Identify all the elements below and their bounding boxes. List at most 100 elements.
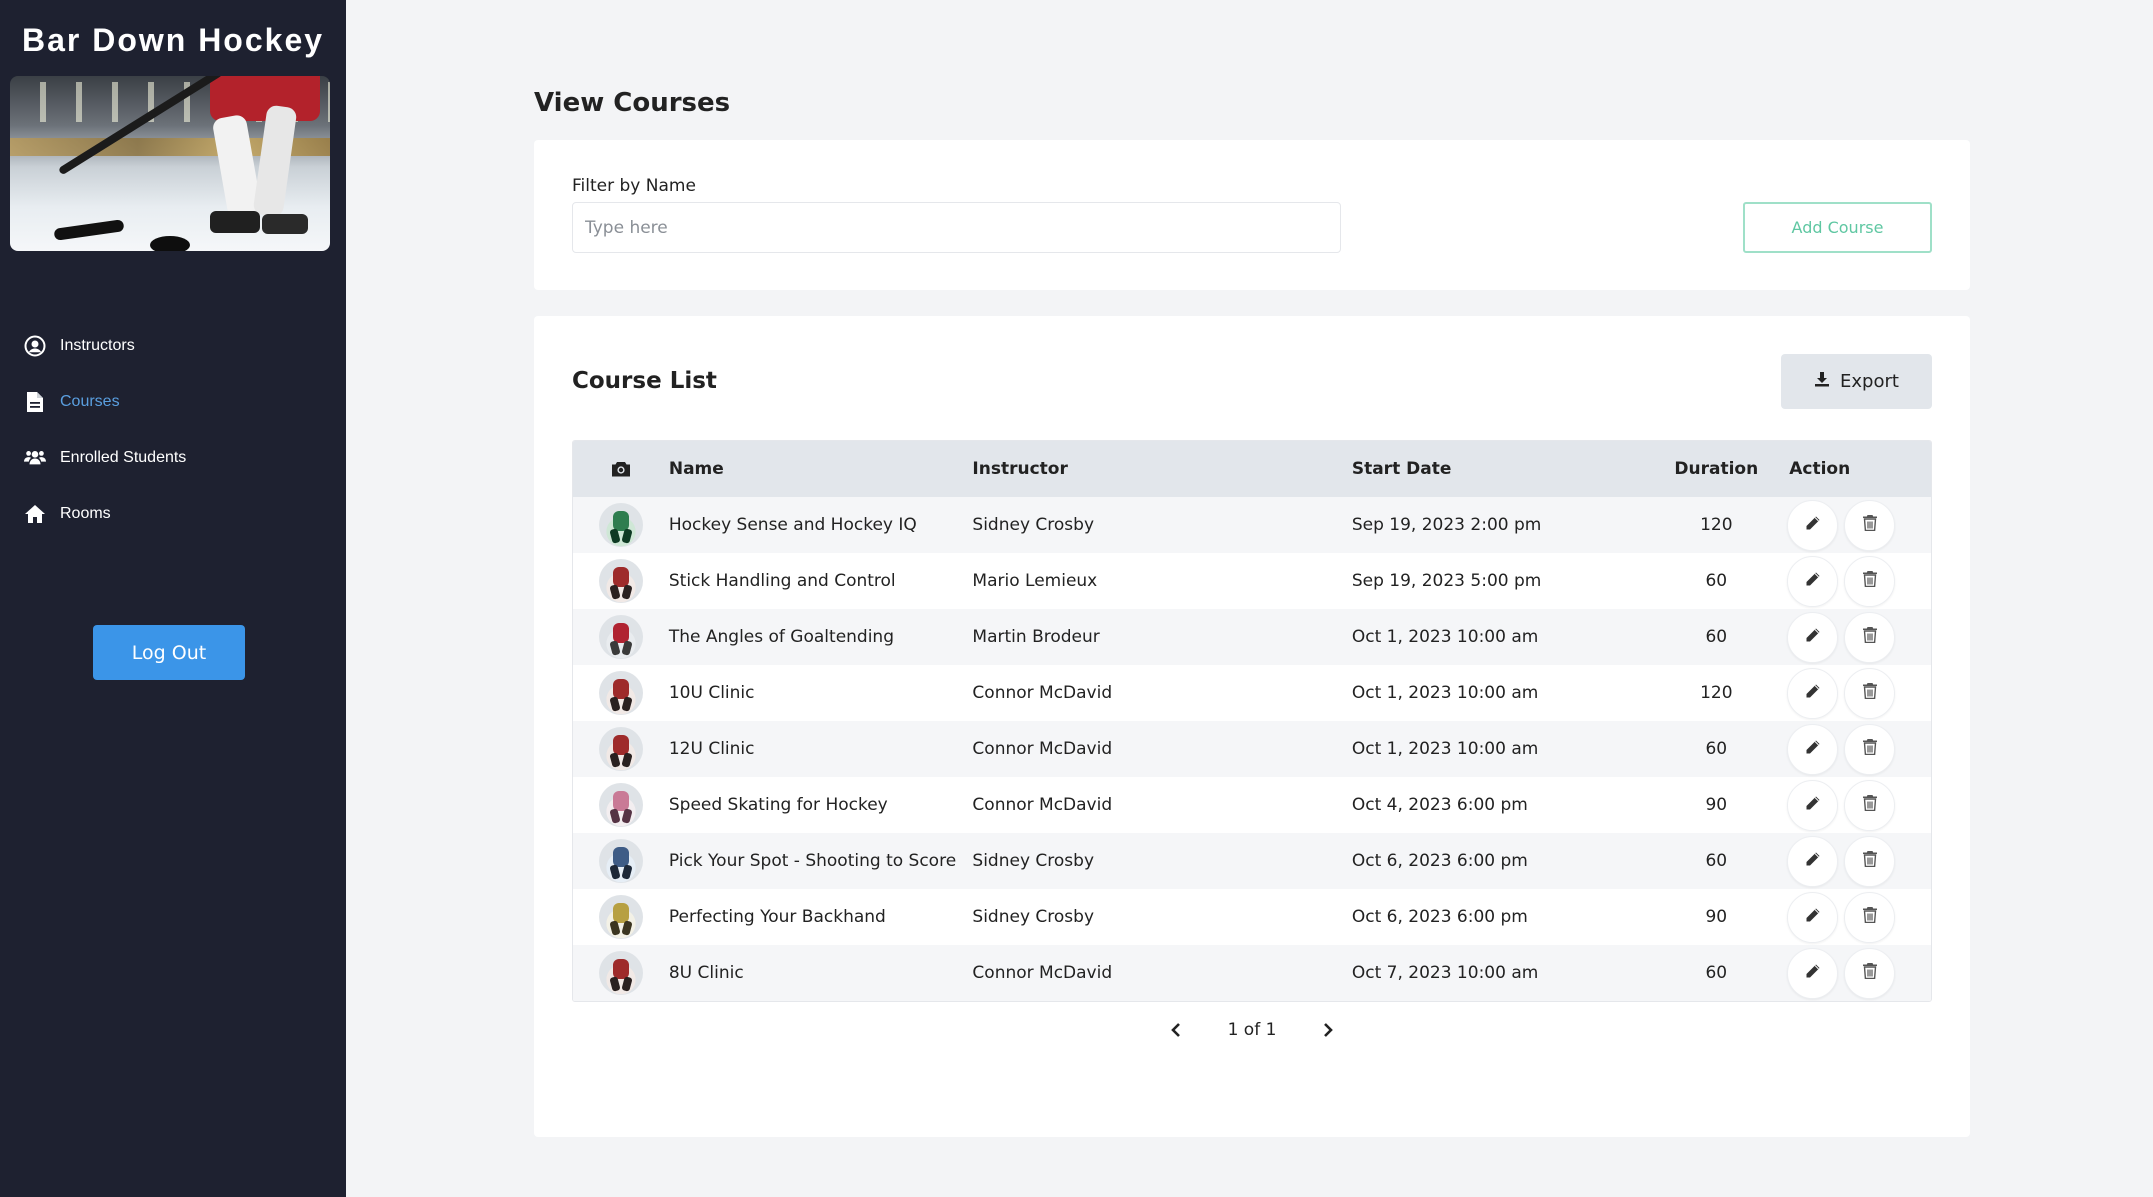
row-actions (1769, 947, 1931, 999)
row-actions (1769, 779, 1931, 831)
edit-button[interactable] (1787, 723, 1839, 775)
course-thumbnail (598, 727, 643, 771)
column-header-instructor[interactable]: Instructor (972, 459, 1351, 479)
pagination: 1 of 1 (534, 1018, 1970, 1042)
course-duration: 120 (1700, 515, 1733, 535)
trash-icon (1862, 570, 1878, 592)
delete-button[interactable] (1844, 835, 1896, 887)
course-duration: 60 (1705, 739, 1728, 759)
pencil-icon (1805, 739, 1821, 760)
sidebar-item-enrolled-students[interactable]: Enrolled Students (0, 430, 346, 486)
edit-button[interactable] (1787, 779, 1839, 831)
course-instructor: Martin Brodeur (972, 627, 1100, 647)
edit-button[interactable] (1787, 555, 1839, 607)
course-thumbnail (598, 839, 643, 883)
trash-icon (1862, 850, 1878, 872)
sidebar-item-rooms[interactable]: Rooms (0, 486, 346, 542)
course-thumbnail-cell (573, 951, 669, 995)
course-thumbnail (598, 951, 643, 995)
sidebar-nav: Instructors Courses Enrolled Students Ro… (0, 318, 346, 542)
document-icon (24, 391, 46, 413)
pencil-icon (1805, 515, 1821, 536)
course-list-card: Course List Export Name Instructor Start… (534, 316, 1970, 1137)
table-row: 10U Clinic Connor McDavid Oct 1, 2023 10… (573, 665, 1931, 721)
export-label: Export (1840, 371, 1899, 392)
trash-icon (1862, 626, 1878, 648)
course-name: 12U Clinic (668, 739, 755, 759)
edit-button[interactable] (1787, 667, 1839, 719)
delete-button[interactable] (1844, 555, 1896, 607)
delete-button[interactable] (1844, 891, 1896, 943)
course-instructor: Connor McDavid (972, 683, 1113, 703)
trash-icon (1862, 906, 1878, 928)
page-title: View Courses (534, 88, 731, 118)
course-list-title: Course List (572, 368, 717, 394)
column-header-start-date[interactable]: Start Date (1352, 459, 1664, 479)
row-actions (1769, 499, 1931, 551)
sidebar-item-label: Courses (60, 393, 120, 410)
trash-icon (1862, 962, 1878, 984)
row-actions (1769, 555, 1931, 607)
course-duration: 90 (1705, 795, 1728, 815)
sidebar-item-courses[interactable]: Courses (0, 374, 346, 430)
course-instructor: Sidney Crosby (972, 515, 1095, 535)
column-header-duration[interactable]: Duration (1663, 459, 1769, 479)
filter-name-input[interactable] (572, 202, 1341, 253)
course-name: Perfecting Your Backhand (668, 907, 886, 927)
table-row: 8U Clinic Connor McDavid Oct 7, 2023 10:… (573, 945, 1931, 1001)
users-icon (24, 447, 46, 469)
user-circle-icon (24, 335, 46, 357)
edit-button[interactable] (1787, 611, 1839, 663)
course-name: The Angles of Goaltending (668, 627, 895, 647)
course-instructor: Mario Lemieux (972, 571, 1098, 591)
course-thumbnail-cell (573, 503, 669, 547)
prev-page-chevron-icon[interactable] (1164, 1018, 1188, 1042)
delete-button[interactable] (1844, 499, 1896, 551)
sidebar-item-label: Enrolled Students (60, 449, 187, 466)
course-thumbnail (598, 783, 643, 827)
course-instructor: Sidney Crosby (972, 851, 1095, 871)
course-duration: 60 (1705, 963, 1728, 983)
sidebar-item-instructors[interactable]: Instructors (0, 318, 346, 374)
table-body: Hockey Sense and Hockey IQ Sidney Crosby… (573, 497, 1931, 1001)
course-thumbnail (598, 671, 643, 715)
next-page-chevron-icon[interactable] (1316, 1018, 1340, 1042)
course-start-date: Sep 19, 2023 5:00 pm (1351, 571, 1542, 591)
delete-button[interactable] (1844, 779, 1896, 831)
edit-button[interactable] (1787, 499, 1839, 551)
filter-card: Filter by Name Add Course (534, 140, 1970, 290)
logout-button[interactable]: Log Out (93, 625, 245, 680)
page-indicator: 1 of 1 (1227, 1020, 1277, 1040)
pencil-icon (1805, 571, 1821, 592)
column-header-name[interactable]: Name (669, 457, 973, 481)
delete-button[interactable] (1844, 723, 1896, 775)
sidebar-item-label: Instructors (60, 337, 135, 354)
course-name: Speed Skating for Hockey (668, 795, 888, 815)
hero-image (10, 76, 330, 251)
row-actions (1769, 667, 1931, 719)
row-actions (1769, 891, 1931, 943)
pencil-icon (1805, 683, 1821, 704)
table-row: Pick Your Spot - Shooting to Score Sidne… (573, 833, 1931, 889)
table-row: Stick Handling and Control Mario Lemieux… (573, 553, 1931, 609)
course-duration: 60 (1705, 851, 1728, 871)
table-row: The Angles of Goaltending Martin Brodeur… (573, 609, 1931, 665)
sidebar: Bar Down Hockey Instructors Courses Enro… (0, 0, 346, 1197)
table-row: 12U Clinic Connor McDavid Oct 1, 2023 10… (573, 721, 1931, 777)
row-actions (1769, 835, 1931, 887)
brand-title: Bar Down Hockey (21, 22, 325, 58)
add-course-button[interactable]: Add Course (1743, 202, 1932, 253)
delete-button[interactable] (1844, 947, 1896, 999)
export-button[interactable]: Export (1781, 354, 1932, 409)
delete-button[interactable] (1844, 667, 1896, 719)
download-icon (1814, 371, 1830, 392)
edit-button[interactable] (1787, 947, 1839, 999)
course-thumbnail-cell (573, 671, 669, 715)
edit-button[interactable] (1787, 891, 1839, 943)
course-start-date: Oct 4, 2023 6:00 pm (1351, 795, 1528, 815)
sidebar-item-label: Rooms (60, 505, 111, 522)
delete-button[interactable] (1844, 611, 1896, 663)
pencil-icon (1805, 795, 1821, 816)
pencil-icon (1805, 907, 1821, 928)
edit-button[interactable] (1787, 835, 1839, 887)
